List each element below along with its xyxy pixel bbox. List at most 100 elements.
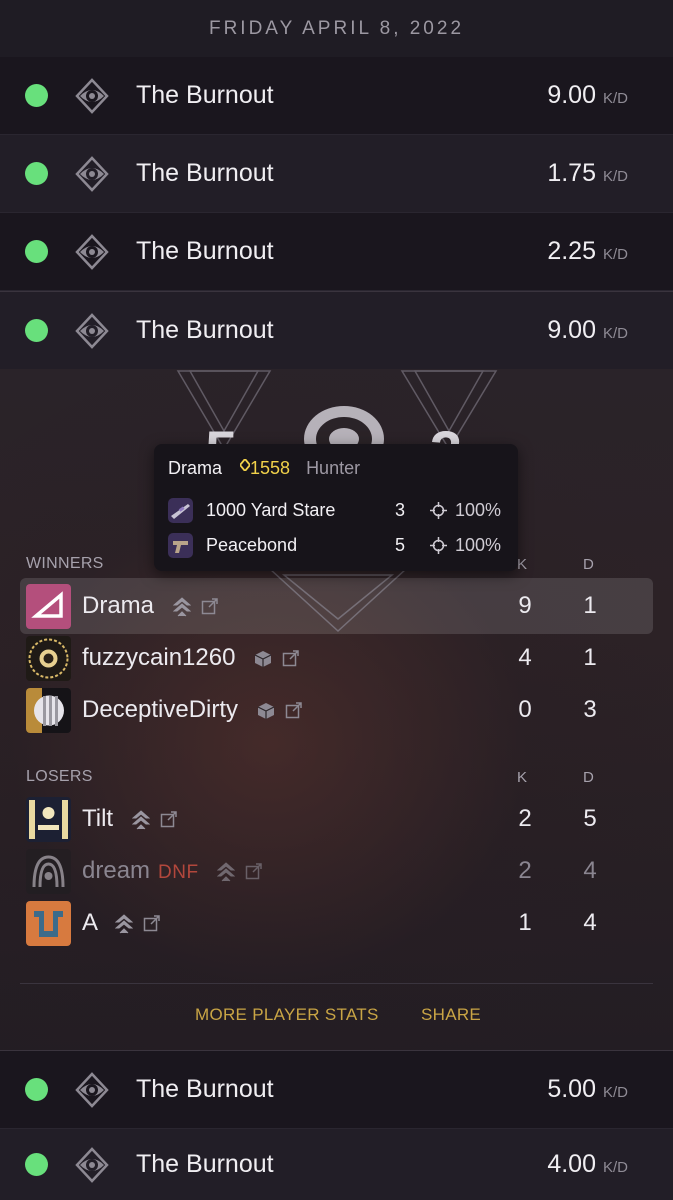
player-row[interactable]: DeceptiveDirty 0 3 xyxy=(20,682,653,738)
steam-icon xyxy=(115,913,134,934)
eye-mode-icon xyxy=(75,155,109,192)
actions-divider xyxy=(20,983,653,984)
tooltip-class: Hunter xyxy=(306,458,361,478)
steam-icon xyxy=(131,809,150,830)
player-kills: 2 xyxy=(518,857,532,884)
weapon-accuracy-value: 100% xyxy=(455,534,502,555)
weapon-accuracy: 100% xyxy=(430,500,501,521)
match-name: The Burnout xyxy=(136,1075,274,1103)
more-player-stats-button[interactable]: MORE PLAYER STATS xyxy=(195,1005,379,1025)
external-link-icon[interactable] xyxy=(245,863,263,880)
player-emblem xyxy=(26,848,71,894)
kd-unit: K/D xyxy=(602,90,628,107)
player-tooltip: Drama 1558 Hunter 1000 Yard Stare 3 100%… xyxy=(154,444,518,571)
win-indicator-dot xyxy=(25,162,48,185)
kills-column-header: K xyxy=(517,769,528,786)
player-row[interactable]: fuzzycain1260 4 1 xyxy=(20,630,653,686)
player-kills: 1 xyxy=(518,909,532,936)
player-name-row: A xyxy=(82,909,161,937)
player-emblem xyxy=(26,796,71,842)
weapon-accuracy-value: 100% xyxy=(455,499,502,520)
match-row[interactable]: The Burnout 4.00 K/D xyxy=(0,1129,673,1200)
kd-unit: K/D xyxy=(602,246,628,263)
eye-mode-icon xyxy=(75,77,109,114)
sidearm-icon xyxy=(168,532,193,558)
win-indicator-dot xyxy=(25,240,48,263)
match-name: The Burnout xyxy=(136,159,274,187)
player-deaths: 1 xyxy=(583,644,597,671)
player-kills: 9 xyxy=(518,592,532,619)
kd-unit: K/D xyxy=(602,1159,628,1176)
win-indicator-dot xyxy=(25,1153,48,1176)
kd-value: 9.00 xyxy=(547,81,596,109)
weapon-row: Peacebond 5 100% xyxy=(168,532,508,558)
kd-stat: 1.75 K/D xyxy=(547,159,628,188)
player-row[interactable]: Drama 9 1 xyxy=(20,578,653,634)
weapon-name: Peacebond xyxy=(206,534,298,555)
player-emblem xyxy=(26,583,71,629)
kd-stat: 5.00 K/D xyxy=(547,1075,628,1104)
player-deaths: 4 xyxy=(583,857,597,884)
eye-mode-icon xyxy=(75,1071,109,1108)
eye-mode-icon xyxy=(75,233,109,270)
match-name: The Burnout xyxy=(136,81,274,109)
player-row[interactable]: dream DNF 2 4 xyxy=(20,843,653,899)
kd-value: 2.25 xyxy=(547,237,596,265)
deaths-column-header: D xyxy=(583,556,594,573)
weapon-accuracy: 100% xyxy=(430,535,501,556)
player-name-row: fuzzycain1260 xyxy=(82,644,299,672)
external-link-icon[interactable] xyxy=(160,811,177,828)
match-name: The Burnout xyxy=(136,1150,274,1178)
player-deaths: 1 xyxy=(583,592,597,619)
eye-mode-icon xyxy=(75,1146,109,1183)
power-diamond-icon xyxy=(238,457,252,473)
actions-bar: MORE PLAYER STATS SHARE xyxy=(0,1005,673,1029)
crosshair-icon xyxy=(430,501,447,519)
match-row[interactable]: The Burnout 1.75 K/D xyxy=(0,135,673,213)
player-row[interactable]: Tilt 2 5 xyxy=(20,791,653,847)
eye-mode-icon xyxy=(75,312,109,349)
player-name: DeceptiveDirty xyxy=(82,696,239,723)
cube-icon xyxy=(257,702,274,719)
player-name: Drama xyxy=(82,592,155,619)
cube-icon xyxy=(254,650,272,667)
match-name: The Burnout xyxy=(136,316,274,344)
date-header: FRIDAY APRIL 8, 2022 xyxy=(0,0,673,57)
player-name: Tilt xyxy=(82,805,114,832)
kd-stat: 9.00 K/D xyxy=(547,81,628,110)
sniper-rifle-icon xyxy=(168,497,193,523)
player-name-row: DeceptiveDirty xyxy=(82,696,302,724)
steam-icon xyxy=(172,596,191,617)
external-link-icon[interactable] xyxy=(282,650,299,667)
player-deaths: 4 xyxy=(583,909,597,936)
kd-stat: 2.25 K/D xyxy=(547,237,628,266)
match-name: The Burnout xyxy=(136,237,274,265)
player-kills: 4 xyxy=(518,644,532,671)
winners-label: WINNERS xyxy=(26,555,104,572)
match-row-expanded[interactable]: The Burnout 9.00 K/D xyxy=(0,291,673,370)
weapon-kills: 3 xyxy=(395,499,406,520)
match-row[interactable]: The Burnout 9.00 K/D xyxy=(0,57,673,135)
share-button[interactable]: SHARE xyxy=(421,1005,481,1025)
player-emblem xyxy=(26,635,71,681)
player-name-row: Tilt xyxy=(82,805,177,833)
kd-stat: 9.00 K/D xyxy=(547,316,628,345)
kd-value: 1.75 xyxy=(547,159,596,187)
crosshair-icon xyxy=(430,536,447,554)
player-name-row: Drama xyxy=(82,592,218,620)
weapon-kills: 5 xyxy=(395,534,406,555)
player-emblem xyxy=(26,687,71,733)
win-indicator-dot xyxy=(25,319,48,342)
external-link-icon[interactable] xyxy=(143,915,161,932)
player-row[interactable]: A 1 4 xyxy=(20,895,653,951)
external-link-icon[interactable] xyxy=(201,598,218,615)
player-name: fuzzycain1260 xyxy=(82,644,236,671)
kd-value: 4.00 xyxy=(547,1150,596,1178)
match-row[interactable]: The Burnout 5.00 K/D xyxy=(0,1051,673,1129)
dnf-badge: DNF xyxy=(158,862,199,883)
steam-icon xyxy=(217,861,236,882)
win-indicator-dot xyxy=(25,84,48,107)
match-row[interactable]: The Burnout 2.25 K/D xyxy=(0,213,673,291)
external-link-icon[interactable] xyxy=(285,702,302,719)
win-indicator-dot xyxy=(25,1078,48,1101)
